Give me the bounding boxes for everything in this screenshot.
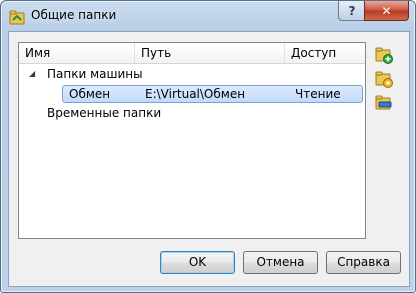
list-header: Имя Путь Доступ [19,43,365,64]
help-button[interactable]: Справка [326,251,401,274]
close-button[interactable]: ✕ [364,1,409,21]
group-temporary-folders[interactable]: Временные папки [47,104,161,122]
edit-folder-icon [375,71,393,88]
remove-folder-button[interactable] [373,92,395,114]
column-header-path[interactable]: Путь [135,43,285,63]
column-header-name[interactable]: Имя [19,43,135,63]
shared-folders-icon [9,10,25,25]
group-machine-folders[interactable]: Папки машины [47,65,143,83]
remove-folder-icon [375,95,392,110]
shared-folders-list[interactable]: Имя Путь Доступ ◢ Папки машины Обмен E:\… [18,42,366,239]
cancel-button[interactable]: Отмена [243,251,318,274]
edit-folder-button[interactable] [373,68,395,90]
close-icon: ✕ [381,3,392,18]
column-header-access[interactable]: Доступ [285,43,365,63]
dialog-body: Имя Путь Доступ ◢ Папки машины Обмен E:\… [8,31,410,287]
window-title: Общие папки [31,8,117,22]
row-access: Чтение [295,87,341,101]
help-title-button[interactable]: ? [338,1,366,21]
row-path: E:\Virtual\Обмен [145,87,246,101]
ok-button[interactable]: OK [160,251,235,274]
add-folder-button[interactable] [373,44,395,66]
add-folder-icon [375,47,393,64]
shared-folders-dialog: Общие папки ? ✕ Имя Путь Доступ ◢ Папки … [0,0,416,293]
title-bar[interactable]: Общие папки ? ✕ [1,1,415,31]
collapse-arrow-icon[interactable]: ◢ [29,69,35,78]
table-row[interactable]: Обмен E:\Virtual\Обмен Чтение [62,85,363,103]
row-name: Обмен [69,87,111,101]
question-icon: ? [348,3,356,18]
